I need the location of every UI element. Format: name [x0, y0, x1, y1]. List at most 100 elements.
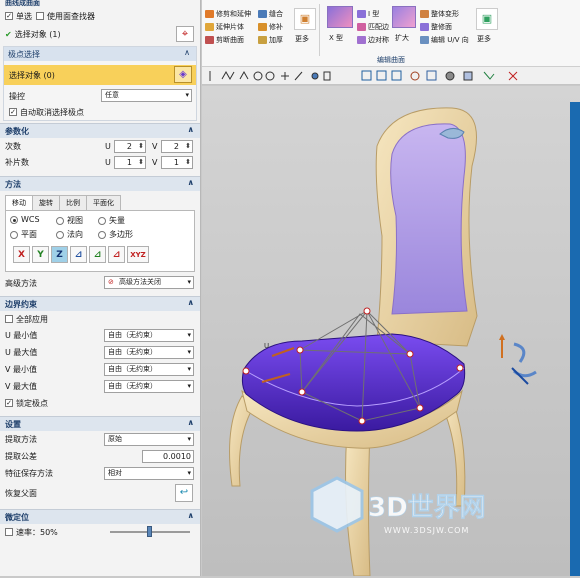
tolerance-label: 提取公差: [5, 452, 37, 461]
pole-select-row[interactable]: 选择对象 (0) ◈: [4, 65, 196, 85]
patch-button[interactable]: 修补: [258, 22, 283, 32]
radio-plane-button[interactable]: [10, 230, 18, 239]
param-section-title: 参数化: [5, 127, 29, 136]
cut-surface-button[interactable]: 剪断曲面: [205, 35, 244, 45]
y-axis-button[interactable]: Y: [32, 246, 49, 263]
tab-move[interactable]: 移动: [5, 195, 33, 210]
backrest-surface: [390, 123, 468, 315]
apply-all-checkbox[interactable]: [5, 315, 13, 323]
watermark-title: 3D世界网: [368, 493, 486, 523]
trim-extend-button[interactable]: 修剪和延伸: [205, 9, 251, 19]
feature-save-select[interactable]: 相对: [104, 467, 194, 480]
global-deform-button[interactable]: 整体变形: [420, 9, 459, 19]
global-deform-label: 整体变形: [431, 10, 459, 18]
boundary-select[interactable]: 自由（无约束）: [104, 363, 194, 376]
boundary-select[interactable]: 自由（无约束）: [104, 329, 194, 342]
xyz-button[interactable]: XYZ: [127, 246, 149, 263]
collapse-icon: ∧: [184, 48, 190, 57]
patches-v-spinner[interactable]: 1: [161, 156, 193, 169]
pole-pick-icon[interactable]: ◈: [174, 66, 192, 83]
sew-button[interactable]: 缝合: [258, 9, 283, 19]
collapse-icon: ∧: [187, 125, 195, 134]
edit-uv-button[interactable]: 编辑 U/V 向: [420, 35, 469, 45]
patch-label: 修补: [269, 23, 283, 31]
speed-slider-thumb[interactable]: [147, 526, 152, 537]
more-icon[interactable]: ▣: [294, 8, 316, 30]
method-section-header[interactable]: 方法 ∧: [0, 176, 200, 191]
radio-normal[interactable]: 法向: [56, 229, 83, 240]
radio-view[interactable]: 视图: [56, 215, 83, 226]
extract-method-select[interactable]: 原始: [104, 433, 194, 446]
radio-plane[interactable]: 平面: [10, 229, 37, 240]
patches-v-label: V: [152, 157, 158, 167]
radio-polygon-label: 多边形: [109, 230, 133, 239]
control-select[interactable]: 任意: [101, 89, 192, 102]
more-icon[interactable]: ▣: [476, 8, 498, 30]
radio-polygon-button[interactable]: [98, 230, 106, 239]
boundary-select[interactable]: 自由（无约束）: [104, 380, 194, 393]
fine-section-header[interactable]: 微定位 ∧: [0, 509, 200, 524]
restore-icon[interactable]: ↩: [175, 484, 193, 502]
param-section-header[interactable]: 参数化 ∧: [0, 123, 200, 138]
zx-plane-icon[interactable]: ⊿: [108, 246, 125, 263]
tab-scale[interactable]: 比例: [59, 195, 87, 210]
settings-section-header[interactable]: 设置 ∧: [0, 416, 200, 431]
graphics-viewport[interactable]: U 3D世界网 WWW.3DSJW.COM: [202, 86, 580, 577]
thicken-button[interactable]: 加厚: [258, 35, 283, 45]
x-axis-button[interactable]: X: [13, 246, 30, 263]
extend-sheet-button[interactable]: 延伸片体: [205, 22, 244, 32]
match-edge-button[interactable]: 匹配边: [357, 22, 389, 32]
degree-v-spinner[interactable]: 2: [161, 140, 193, 153]
right-resource-bar[interactable]: [570, 102, 580, 576]
boundary-section-header[interactable]: 边界约束 ∧: [0, 296, 200, 311]
speed-checkbox[interactable]: [5, 528, 13, 536]
radio-wcs-button[interactable]: [10, 215, 18, 224]
tolerance-input[interactable]: 0.0010: [142, 450, 194, 463]
ribbon-divider: [319, 4, 320, 56]
speed-label: 速率：50%: [16, 527, 58, 537]
boundary-row: U 最小值 自由（无约束）: [0, 327, 200, 344]
degree-v-label: V: [152, 141, 158, 151]
watermark-url: WWW.3DSJW.COM: [384, 526, 469, 535]
yz-plane-icon[interactable]: ⊿: [89, 246, 106, 263]
pole-point: [363, 307, 371, 315]
single-select-checkbox[interactable]: ✓: [5, 12, 13, 20]
radio-vector[interactable]: 矢量: [98, 215, 125, 226]
tab-rotate[interactable]: 旋转: [32, 195, 60, 210]
x-type-button[interactable]: X 型: [329, 33, 343, 43]
extract-method-row: 提取方法 原始: [0, 431, 200, 448]
advanced-method-select[interactable]: ⊘ 高级方法关闭: [104, 276, 194, 289]
boundary-select[interactable]: 自由（无约束）: [104, 346, 194, 359]
check-icon: ✔: [5, 29, 12, 39]
more-button[interactable]: 更多: [477, 34, 491, 44]
lock-poles-checkbox[interactable]: ✓: [5, 399, 13, 407]
patches-u-spinner[interactable]: 1: [114, 156, 146, 169]
refit-face-button[interactable]: 整修面: [420, 22, 452, 32]
degree-row: 次数 U 2 V 2: [0, 138, 200, 154]
collapse-icon: ∧: [187, 511, 195, 520]
edge-symmetry-button[interactable]: 边对称: [357, 35, 389, 45]
z-axis-button[interactable]: Z: [51, 246, 68, 263]
more-button[interactable]: 更多: [295, 34, 309, 44]
triad-rotate-icon: [513, 342, 526, 363]
auto-deselect-row: ✓ 自动取消选择极点: [4, 104, 196, 120]
degree-u-spinner[interactable]: 2: [114, 140, 146, 153]
apply-all-row: 全部应用: [0, 311, 200, 327]
control-row: 操控 任意: [4, 88, 196, 104]
i-type-button[interactable]: I 型: [357, 9, 379, 19]
radio-view-button[interactable]: [56, 216, 64, 225]
xy-plane-icon[interactable]: ⊿: [70, 246, 87, 263]
x-type-icon[interactable]: [327, 6, 353, 28]
tab-planarize[interactable]: 平面化: [86, 195, 121, 210]
crosshair-icon[interactable]: ⌖: [176, 26, 194, 42]
expand-icon[interactable]: [392, 6, 416, 28]
radio-vector-button[interactable]: [98, 216, 106, 225]
auto-deselect-checkbox[interactable]: ✓: [9, 108, 17, 116]
radio-polygon[interactable]: 多边形: [98, 229, 133, 240]
radio-wcs[interactable]: WCS: [10, 215, 40, 224]
use-finder-checkbox[interactable]: [36, 12, 44, 20]
chair-model[interactable]: U 3D世界网 WWW.3DSJW.COM: [202, 86, 580, 577]
expand-button[interactable]: 扩大: [395, 33, 409, 43]
pole-selection-header[interactable]: 极点选择 ∧: [4, 47, 196, 61]
radio-normal-button[interactable]: [56, 230, 64, 239]
